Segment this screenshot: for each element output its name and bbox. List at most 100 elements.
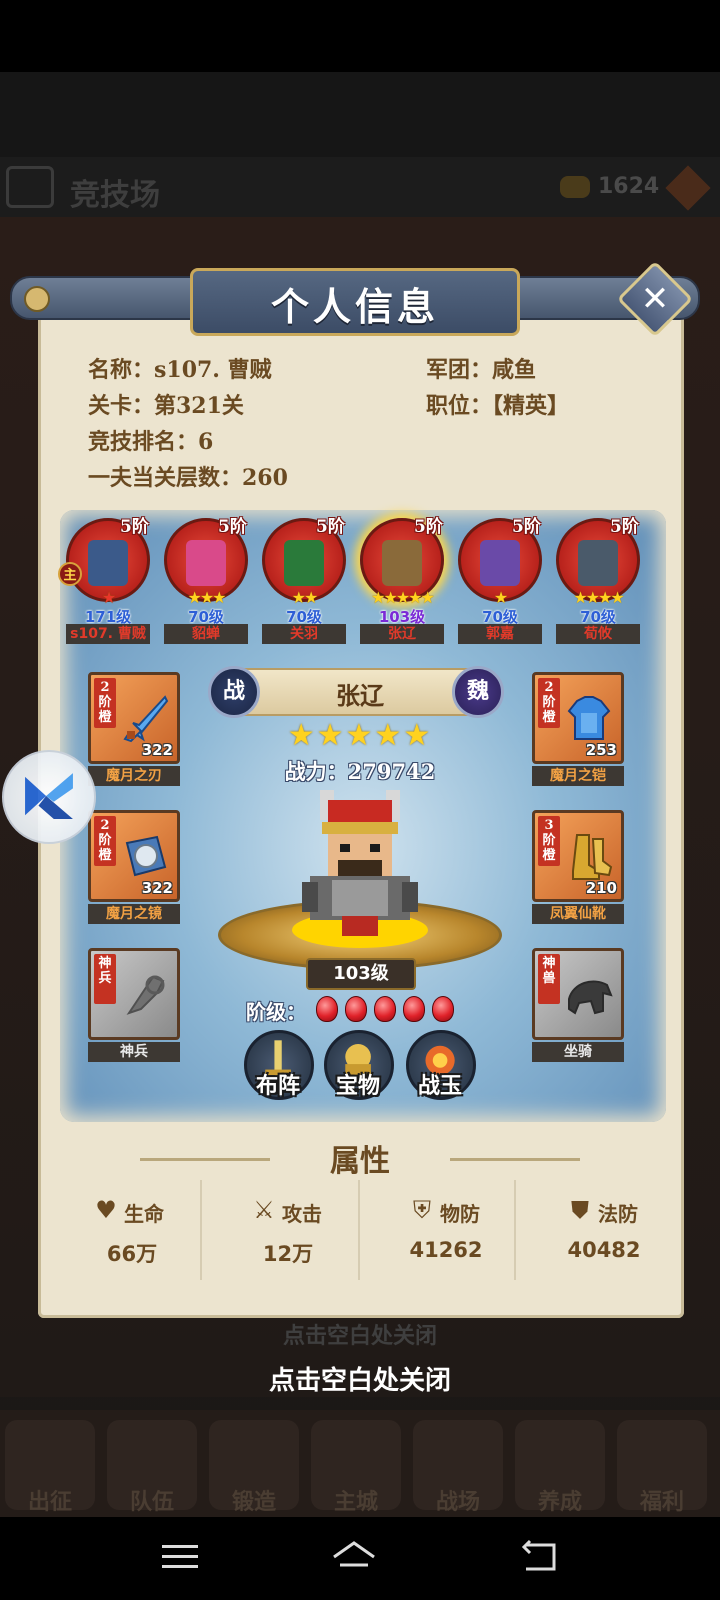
heart-icon: ♥ (95, 1196, 117, 1224)
crossed-swords-icon: ⚔ (253, 1196, 275, 1224)
hero-sprite (284, 540, 324, 586)
attr-value-attack: 12万 (262, 1242, 314, 1266)
nav-label-city: 主城 (333, 1489, 378, 1515)
attr-title-line-right (450, 1158, 580, 1161)
equip-value: 253 (585, 741, 617, 759)
home-icon[interactable] (330, 1535, 378, 1579)
equip-tier-tag: 神兵 (94, 954, 116, 1004)
background-topbar (0, 72, 720, 157)
player-name: 名称：s107. 曹贼 (88, 357, 272, 383)
faction-seal-wei: 魏 (452, 666, 504, 718)
divine-weapon-silhouette-icon (126, 975, 165, 1015)
hero-tier: 5阶 (512, 517, 541, 537)
tower-floors: 一夫当关层数：260 (88, 465, 288, 491)
formation-label: 布阵 (255, 1073, 300, 1099)
scroll-knob-left-icon (24, 286, 50, 312)
magic-shield-icon: ⛊ (571, 1196, 589, 1224)
equip-tier-tag: 神兽 (538, 954, 560, 1004)
faction-seal-battle: 战 (208, 666, 260, 718)
hero-portrait-zhangliao[interactable] (292, 790, 428, 940)
hero-card[interactable]: 5阶 ★★★★ 70级 荀攸 (554, 512, 642, 644)
jade-label: 战玉 (417, 1073, 462, 1099)
background-title: 竞技场 (70, 178, 160, 213)
selected-hero-name: 张辽 (336, 681, 384, 710)
hero-name: 郭嘉 (458, 624, 542, 644)
hero-stars: ★ (493, 588, 508, 607)
hero-card[interactable]: 5阶 ★ 70级 郭嘉 (456, 512, 544, 644)
status-bar (0, 0, 720, 72)
hero-tier: 5阶 (120, 517, 149, 537)
sword-icon (123, 695, 169, 743)
hero-name: 貂蝉 (164, 624, 248, 644)
hero-card[interactable]: 5阶 ★★★ 70级 貂蝉 (162, 512, 250, 644)
background-back-button[interactable] (6, 166, 54, 208)
equip-value: 210 (585, 879, 617, 897)
equip-value: 322 (141, 879, 173, 897)
equip-slot-boots[interactable]: 3阶橙 210 (532, 810, 624, 902)
attr-label-physical-defense: 物防 (440, 1202, 480, 1226)
equip-slot-weapon[interactable]: 2阶橙 322 (88, 672, 180, 764)
nav-label-expedition: 出征 (27, 1489, 72, 1515)
hero-card[interactable]: 5阶 ★★★★★ 103级 张辽 (358, 512, 446, 644)
nav-label-cultivate: 养成 (537, 1489, 582, 1515)
hero-stars: ★★★★ (573, 588, 624, 607)
hero-sprite (186, 540, 226, 586)
hero-star-rating: ★★★★★ (287, 718, 433, 753)
armor-icon (567, 696, 611, 740)
attr-divider (358, 1180, 360, 1280)
equip-tier-tag: 2阶橙 (94, 816, 116, 866)
back-icon[interactable] (516, 1535, 564, 1579)
equip-name-weapon: 魔月之刃 (88, 766, 180, 786)
nav-label-team: 队伍 (129, 1489, 174, 1515)
equip-value: 322 (141, 741, 173, 759)
background-gold-count: 1624 (598, 174, 660, 199)
hero-level: 103级 (306, 958, 416, 990)
assistant-logo-icon (25, 773, 73, 820)
player-legion: 军团：咸鱼 (426, 357, 537, 383)
tier-gem-icon (432, 996, 454, 1022)
nav-label-forge: 锻造 (231, 1489, 276, 1515)
close-hint[interactable]: 点击空白处关闭 (0, 1360, 720, 1397)
close-icon[interactable]: ✕ (628, 272, 682, 326)
equip-slot-mount[interactable]: 神兽 (532, 948, 624, 1040)
tier-gem-icon (374, 996, 396, 1022)
floating-assistant-button[interactable] (2, 750, 96, 844)
hero-sprite (382, 540, 422, 586)
hero-name: 荀攸 (556, 624, 640, 644)
equip-name-mount: 坐骑 (532, 1042, 624, 1062)
mirror-icon (125, 835, 167, 877)
player-stage: 关卡：第321关 (88, 393, 244, 419)
nav-label-welfare: 福利 (639, 1489, 684, 1515)
hero-tier: 5阶 (610, 517, 639, 537)
equip-slot-armor[interactable]: 2阶橙 253 (532, 672, 624, 764)
hero-name: 张辽 (360, 624, 444, 644)
hero-stars: ★★★★★ (371, 588, 435, 607)
tier-label: 阶级： (246, 1000, 306, 1024)
attributes-title: 属性 (330, 1144, 390, 1179)
hero-sprite (480, 540, 520, 586)
equip-tier-tag: 3阶橙 (538, 816, 560, 866)
tier-gem-icon (316, 996, 338, 1022)
equip-name-mirror: 魔月之镜 (88, 904, 180, 924)
hero-stars: ★★★ (187, 588, 226, 607)
hero-card[interactable]: 5阶 ★★ 70级 关羽 (260, 512, 348, 644)
equip-tier-tag: 2阶橙 (94, 678, 116, 728)
attr-value-hp: 66万 (106, 1242, 158, 1266)
attr-value-magic-defense: 40482 (567, 1238, 641, 1262)
menu-icon[interactable] (156, 1535, 204, 1579)
hero-tier: 5阶 (414, 517, 443, 537)
equip-slot-mirror[interactable]: 2阶橙 322 (88, 810, 180, 902)
panel-title: 个人信息 (270, 284, 439, 329)
hero-tier: 5阶 (218, 517, 247, 537)
gold-ingot-icon (560, 176, 590, 198)
hero-card[interactable]: 5阶 ★ 171级 s107. 曹贼主 (58, 512, 152, 644)
nav-label-battlefield: 战场 (435, 1489, 480, 1515)
attr-label-attack: 攻击 (282, 1202, 322, 1226)
equip-name-divine-weapon: 神兵 (88, 1042, 180, 1062)
hero-stars: ★★ (291, 588, 319, 607)
attr-label-magic-defense: 法防 (598, 1202, 638, 1226)
equip-slot-divine-weapon[interactable]: 神兵 (88, 948, 180, 1040)
equip-tier-tag: 2阶橙 (538, 678, 560, 728)
hero-power: 战力：279742 (284, 759, 436, 784)
tier-gem-icon (403, 996, 425, 1022)
